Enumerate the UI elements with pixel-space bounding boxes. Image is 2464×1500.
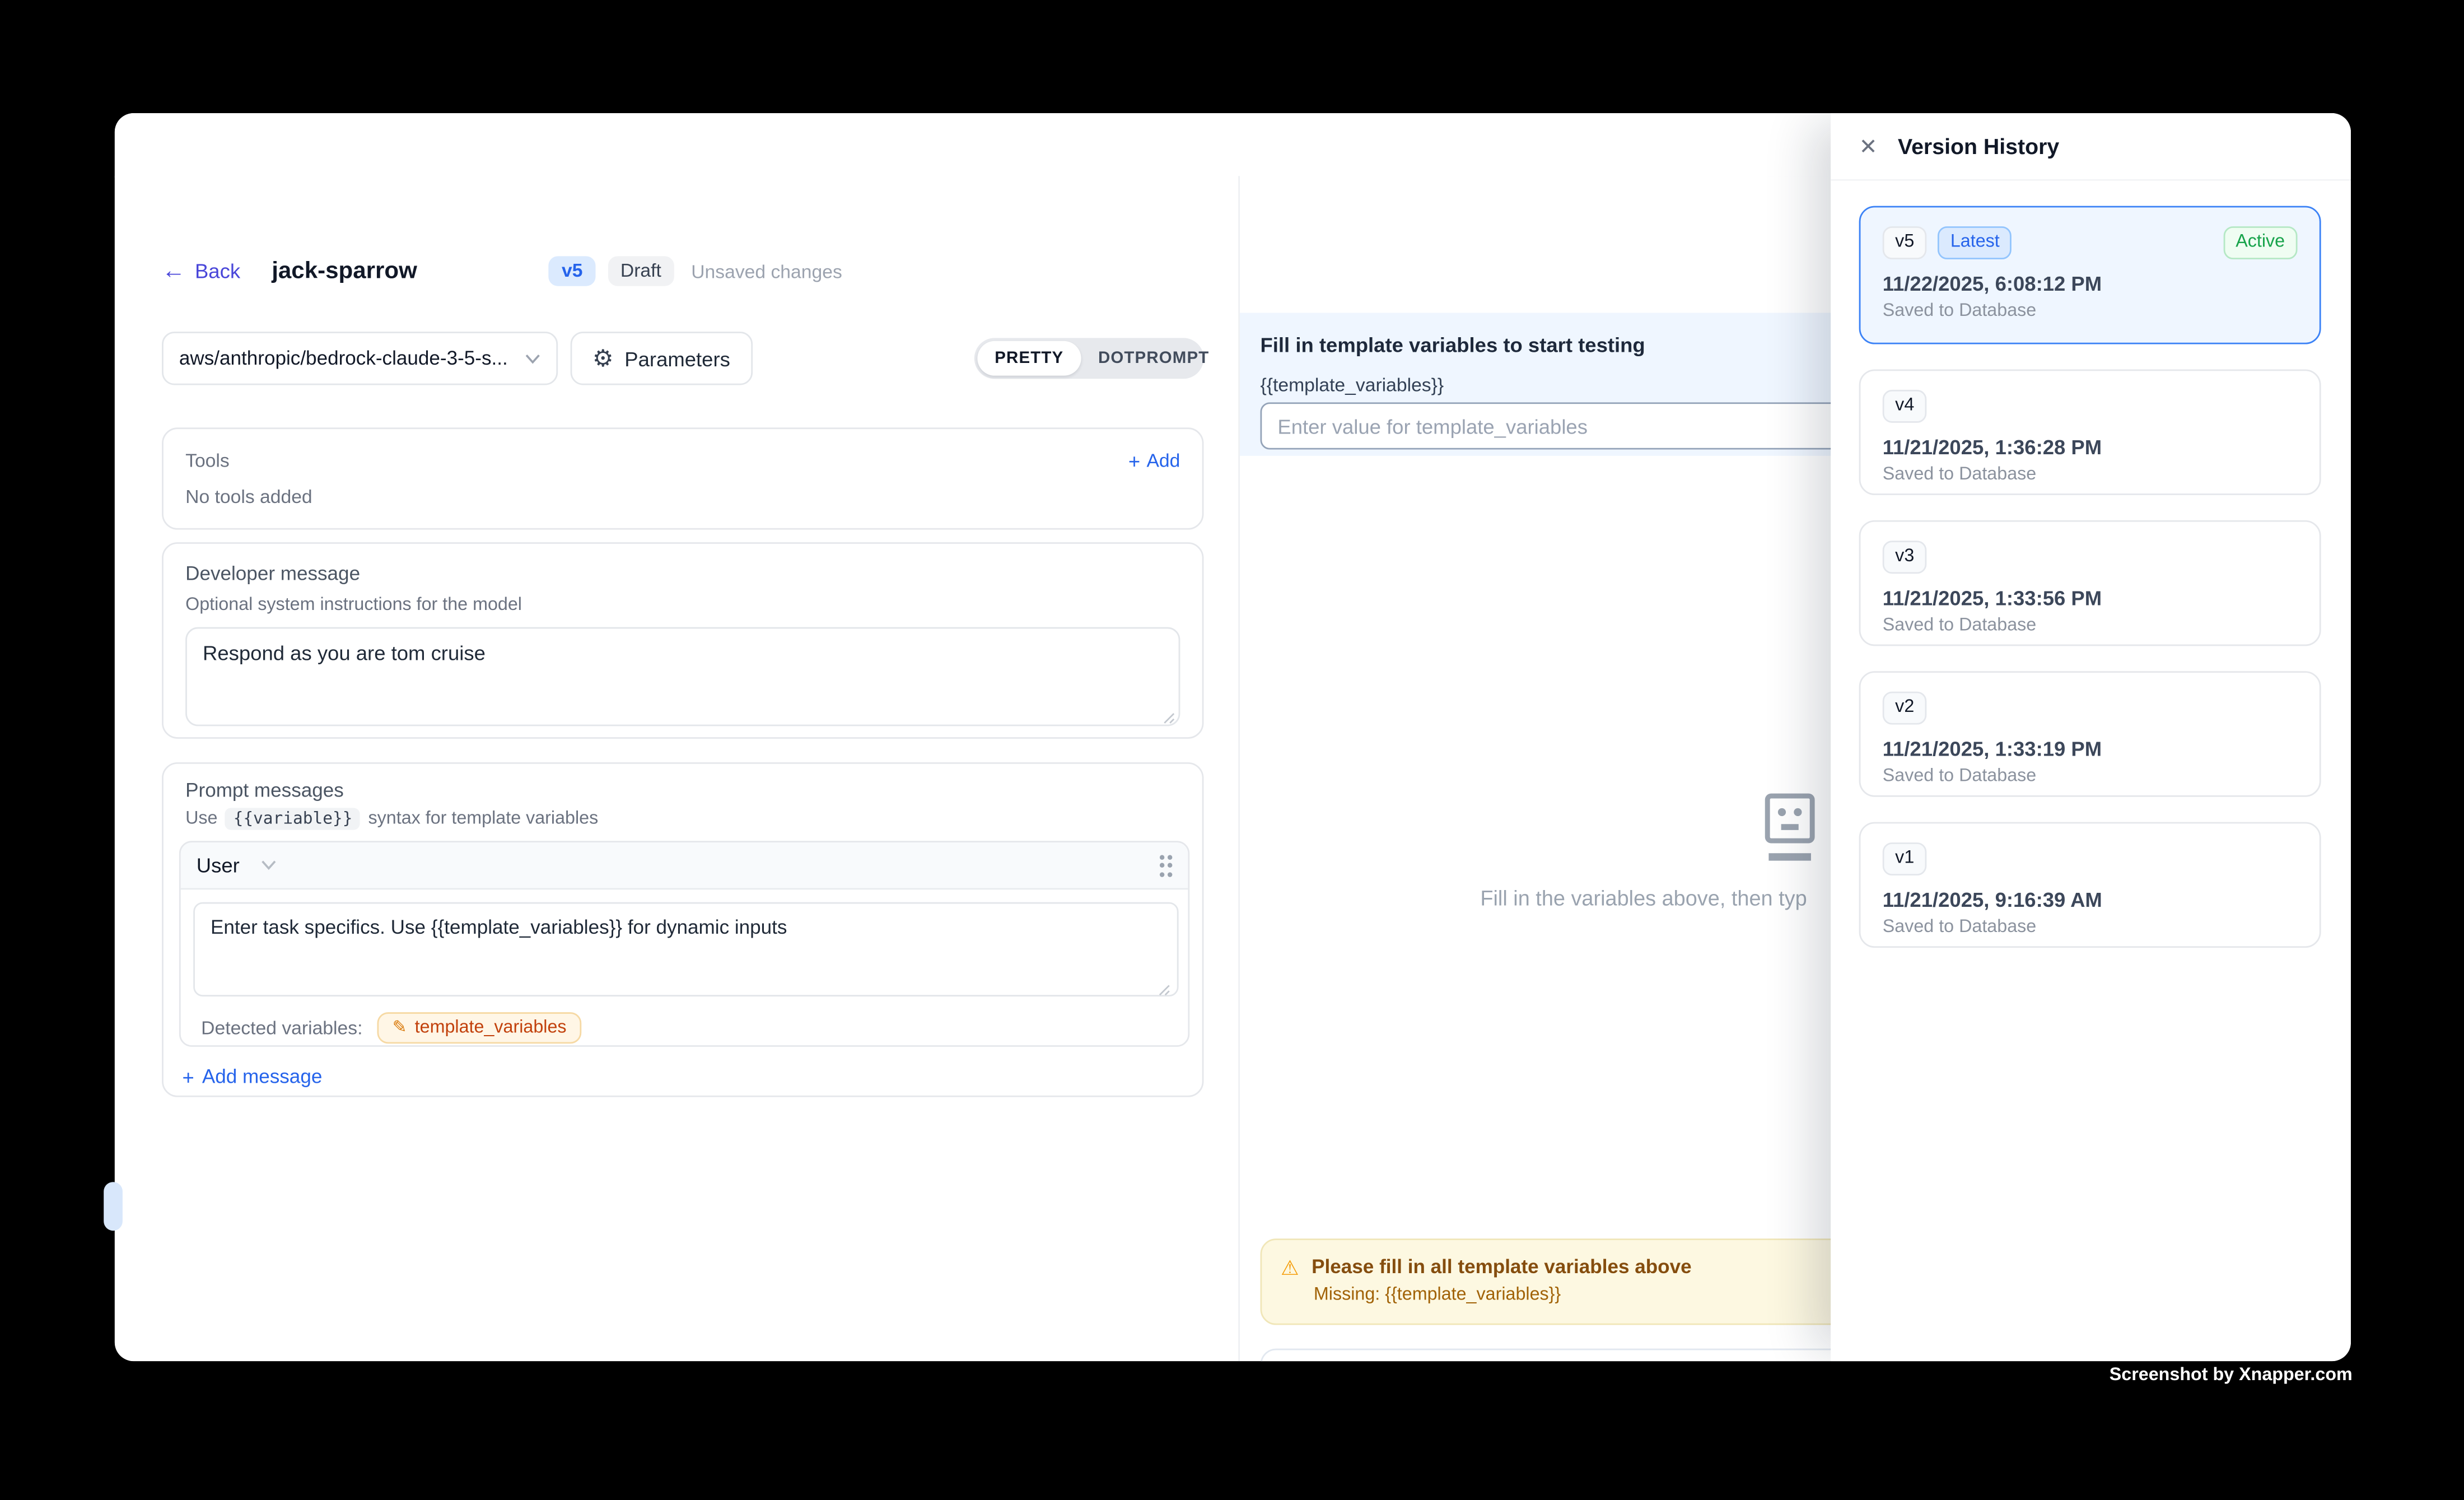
- unsaved-changes-label: Unsaved changes: [691, 260, 842, 282]
- version-timestamp: 11/21/2025, 1:33:19 PM: [1883, 737, 2298, 761]
- plus-icon: +: [183, 1066, 194, 1087]
- version-badge: v5: [549, 256, 595, 286]
- gear-icon: ⚙: [592, 347, 614, 370]
- prompt-title-row: ← Back jack-sparrow v5 Draft Unsaved cha…: [162, 251, 842, 291]
- template-variable-name: {{template_variables}}: [1261, 374, 1444, 396]
- message-input[interactable]: Enter task specifics. Use {{template_var…: [193, 902, 1178, 996]
- detected-variables-label: Detected variables:: [201, 1017, 362, 1039]
- version-timestamp: 11/21/2025, 1:36:28 PM: [1883, 435, 2298, 459]
- warning-icon: ⚠: [1281, 1256, 1299, 1277]
- drag-handle-icon[interactable]: [1159, 854, 1173, 876]
- active-badge: Active: [2223, 226, 2298, 259]
- version-chip: v1: [1883, 842, 1927, 875]
- page-title: jack-sparrow: [272, 258, 417, 285]
- screen: ← Back jack-sparrow v5 Draft Unsaved cha…: [0, 0, 2464, 1499]
- version-card-v2[interactable]: v2 11/21/2025, 1:33:19 PM Saved to Datab…: [1859, 671, 2321, 796]
- model-select[interactable]: aws/anthropic/bedrock-claude-3-5-s...: [162, 332, 558, 385]
- back-arrow-icon: ←: [162, 259, 185, 283]
- version-list: v5 Latest Active 11/22/2025, 6:08:12 PM …: [1831, 181, 2351, 948]
- editor-column: ← Back jack-sparrow v5 Draft Unsaved cha…: [115, 176, 1238, 1361]
- close-icon[interactable]: ✕: [1859, 135, 1878, 157]
- drawer-handle[interactable]: [104, 1182, 123, 1231]
- prompt-messages-title: Prompt messages: [185, 780, 344, 802]
- role-value: User: [197, 854, 240, 877]
- model-select-value: aws/anthropic/bedrock-claude-3-5-s...: [179, 347, 516, 369]
- version-card-v5[interactable]: v5 Latest Active 11/22/2025, 6:08:12 PM …: [1859, 206, 2321, 344]
- detected-variables-row: Detected variables: ✎ template_variables: [181, 1004, 1188, 1044]
- chevron-down-icon: [262, 860, 277, 871]
- tools-empty-text: No tools added: [185, 486, 1180, 507]
- version-history-header: ✕ Version History: [1831, 113, 2351, 181]
- version-timestamp: 11/21/2025, 1:33:56 PM: [1883, 586, 2298, 610]
- warning-title: Please fill in all template variables ab…: [1312, 1256, 1691, 1278]
- version-storage: Saved to Database: [1883, 918, 2298, 937]
- developer-message-title: Developer message: [185, 563, 1180, 585]
- template-panel-title: Fill in template variables to start test…: [1261, 333, 1645, 357]
- version-chip: v4: [1883, 390, 1927, 423]
- developer-message-input[interactable]: Respond as you are tom cruise: [185, 627, 1180, 726]
- parameters-label: Parameters: [624, 347, 730, 370]
- version-history-title: Version History: [1898, 134, 2059, 159]
- message-block: User Enter task specifics. Use {{templat…: [179, 841, 1189, 1047]
- model-row: aws/anthropic/bedrock-claude-3-5-s... ⚙ …: [162, 332, 752, 385]
- add-tool-button[interactable]: + Add: [1128, 450, 1180, 472]
- version-storage: Saved to Database: [1883, 616, 2298, 635]
- version-history-panel: ✕ Version History v5 Latest Active 11/22…: [1831, 113, 2351, 1361]
- role-select[interactable]: User: [197, 854, 277, 877]
- latest-badge: Latest: [1938, 226, 2012, 259]
- chevron-down-icon: [525, 353, 540, 364]
- version-card-v4[interactable]: v4 11/21/2025, 1:36:28 PM Saved to Datab…: [1859, 369, 2321, 495]
- prompt-messages-section: Prompt messages Use {{variable}} syntax …: [162, 762, 1203, 1097]
- version-chip: v5: [1883, 226, 1927, 259]
- tab-pretty[interactable]: PRETTY: [977, 341, 1081, 376]
- pencil-icon: ✎: [393, 1019, 407, 1037]
- draft-badge: Draft: [608, 256, 674, 286]
- syntax-code: {{variable}}: [226, 808, 361, 830]
- version-card-v1[interactable]: v1 11/21/2025, 9:16:39 AM Saved to Datab…: [1859, 822, 2321, 948]
- back-label: Back: [195, 259, 240, 283]
- app-window: ← Back jack-sparrow v5 Draft Unsaved cha…: [115, 113, 2351, 1361]
- back-button[interactable]: ← Back: [162, 259, 240, 283]
- bot-icon: [1760, 790, 1820, 866]
- add-message-label: Add message: [202, 1066, 322, 1088]
- empty-state-text: Fill in the variables above, then typ: [1480, 887, 1807, 910]
- version-timestamp: 11/22/2025, 6:08:12 PM: [1883, 272, 2298, 295]
- version-chip: v2: [1883, 692, 1927, 725]
- plus-icon: +: [1128, 450, 1140, 471]
- syntax-suffix: syntax for template variables: [368, 809, 599, 828]
- developer-message-subtitle: Optional system instructions for the mod…: [185, 596, 1180, 615]
- variable-chip-label: template_variables: [415, 1018, 567, 1037]
- version-timestamp: 11/21/2025, 9:16:39 AM: [1883, 888, 2298, 911]
- syntax-hint: Use {{variable}} syntax for template var…: [185, 808, 598, 830]
- syntax-prefix: Use: [185, 809, 217, 828]
- developer-message-section: Developer message Optional system instru…: [162, 542, 1203, 739]
- variable-chip[interactable]: ✎ template_variables: [377, 1012, 582, 1044]
- view-mode-toggle: PRETTY DOTPROMPT: [974, 338, 1204, 379]
- watermark-text: Screenshot by Xnapper.com: [2110, 1366, 2353, 1385]
- version-storage: Saved to Database: [1883, 767, 2298, 786]
- version-storage: Saved to Database: [1883, 465, 2298, 484]
- version-card-v3[interactable]: v3 11/21/2025, 1:33:56 PM Saved to Datab…: [1859, 520, 2321, 646]
- tools-section: Tools + Add No tools added: [162, 427, 1203, 529]
- tab-dotprompt[interactable]: DOTPROMPT: [1081, 341, 1226, 376]
- message-header: User: [181, 842, 1188, 889]
- version-chip: v3: [1883, 541, 1927, 574]
- add-message-button[interactable]: + Add message: [183, 1066, 323, 1088]
- parameters-button[interactable]: ⚙ Parameters: [571, 332, 753, 385]
- version-storage: Saved to Database: [1883, 302, 2298, 321]
- tools-title: Tools: [185, 450, 230, 472]
- add-tool-label: Add: [1146, 450, 1180, 472]
